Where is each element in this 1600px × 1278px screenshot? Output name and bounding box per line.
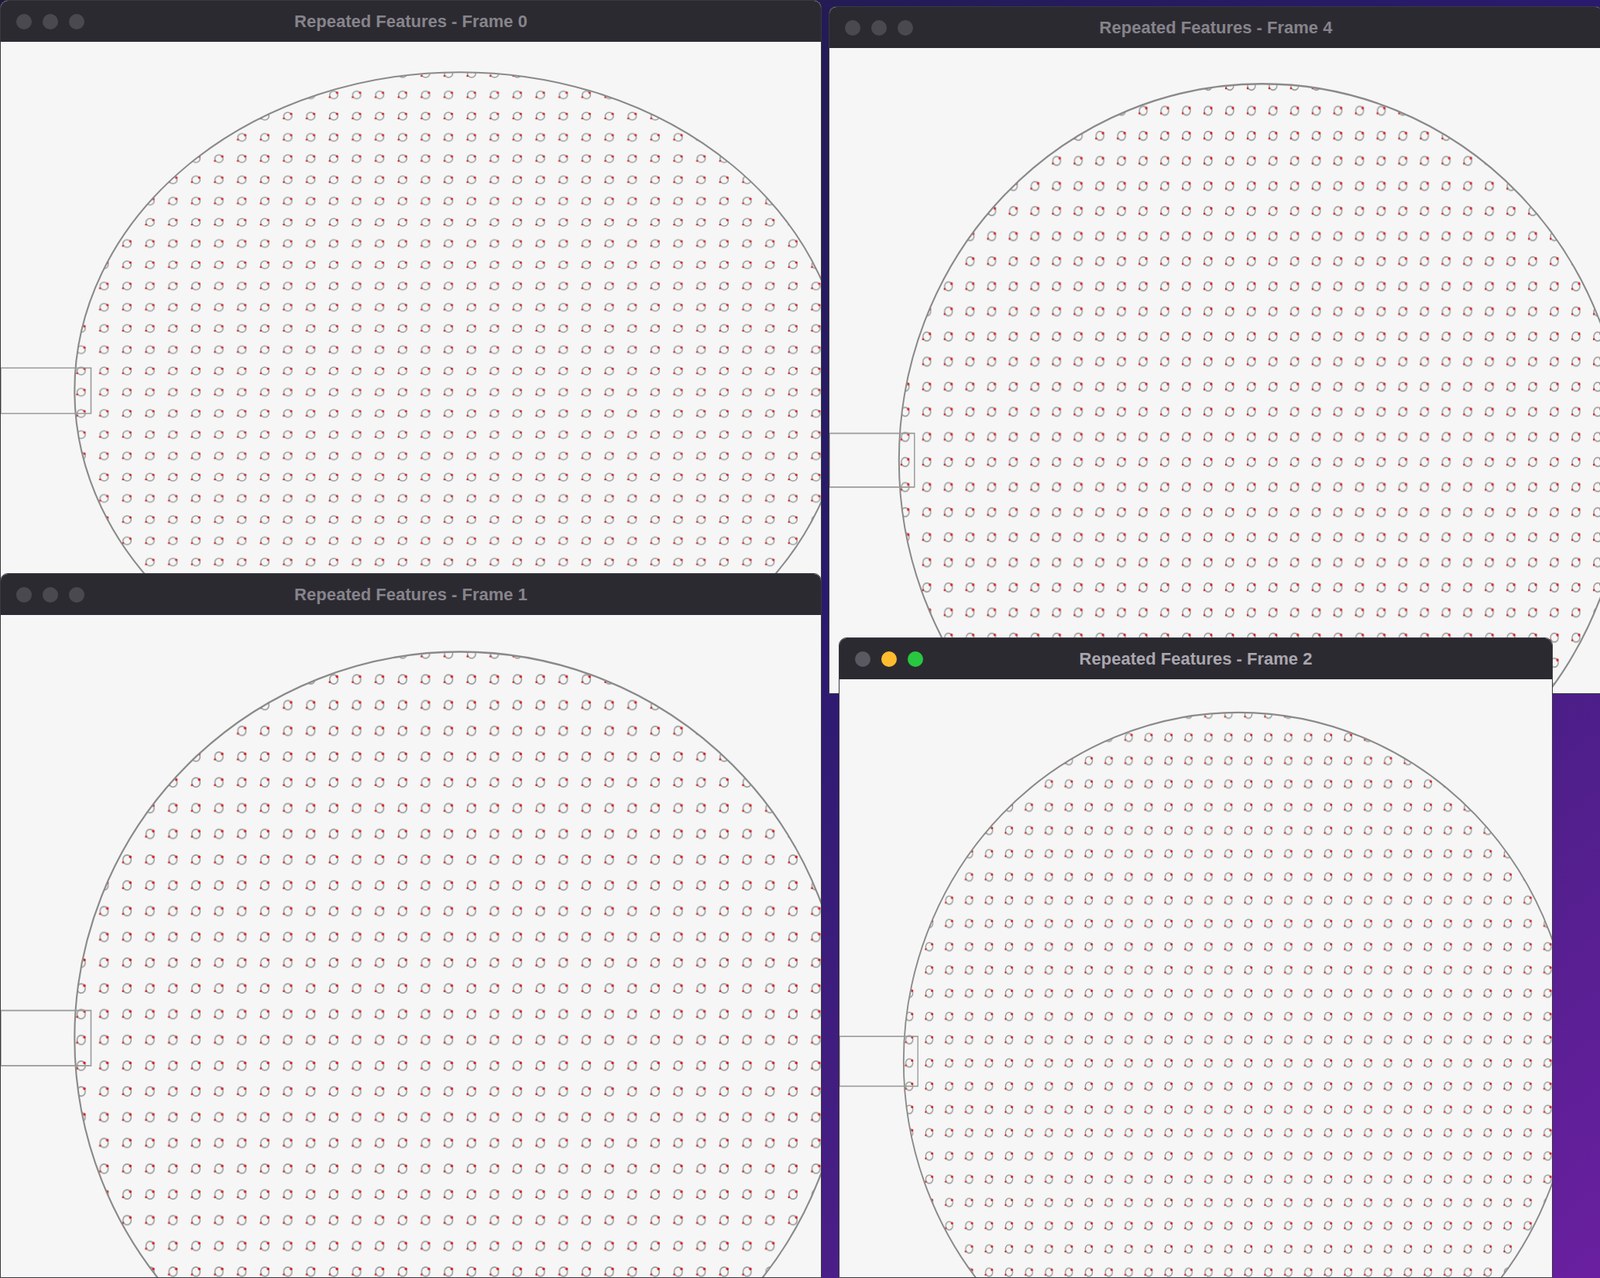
window[interactable]: Repeated Features - Frame 0 [0,0,822,589]
window-title: Repeated Features - Frame 0 [294,8,528,35]
desktop: Repeated Features - Frame 0 Repeated Feat… [0,0,1600,1278]
frame-image [829,48,1600,694]
window-control-icon[interactable] [42,587,59,603]
image-area [0,41,821,588]
window-control-icon[interactable] [16,13,32,30]
image-area [829,48,1600,694]
window-control-icon[interactable] [68,587,85,603]
frame-image [0,41,821,588]
frame-image [839,679,1552,1278]
window-title: Repeated Features - Frame 2 [1079,645,1313,672]
window-control-icon[interactable] [42,13,59,30]
window-control-icon[interactable] [68,13,85,30]
window[interactable]: Repeated Features - Frame 4 [828,6,1600,694]
window-control-icon[interactable] [844,20,861,36]
title-bar[interactable]: Repeated Features - Frame 0 [0,0,821,42]
window[interactable]: Repeated Features - Frame 1 [0,573,822,1278]
window-control-icon[interactable] [16,587,32,603]
window-title: Repeated Features - Frame 4 [1099,14,1333,41]
window-control-icon[interactable] [854,651,871,667]
window[interactable]: Repeated Features - Frame 2 [838,637,1553,1278]
title-bar[interactable]: Repeated Features - Frame 4 [829,6,1600,49]
window-title: Repeated Features - Frame 1 [294,581,528,608]
window-control-icon[interactable] [907,651,924,667]
window-control-icon[interactable] [871,20,887,36]
image-area [0,614,821,1278]
window-control-icon[interactable] [881,651,897,667]
image-area [839,679,1552,1278]
window-control-icon[interactable] [897,20,914,36]
title-bar[interactable]: Repeated Features - Frame 2 [839,638,1552,680]
title-bar[interactable]: Repeated Features - Frame 1 [0,573,821,615]
frame-image [0,614,821,1278]
